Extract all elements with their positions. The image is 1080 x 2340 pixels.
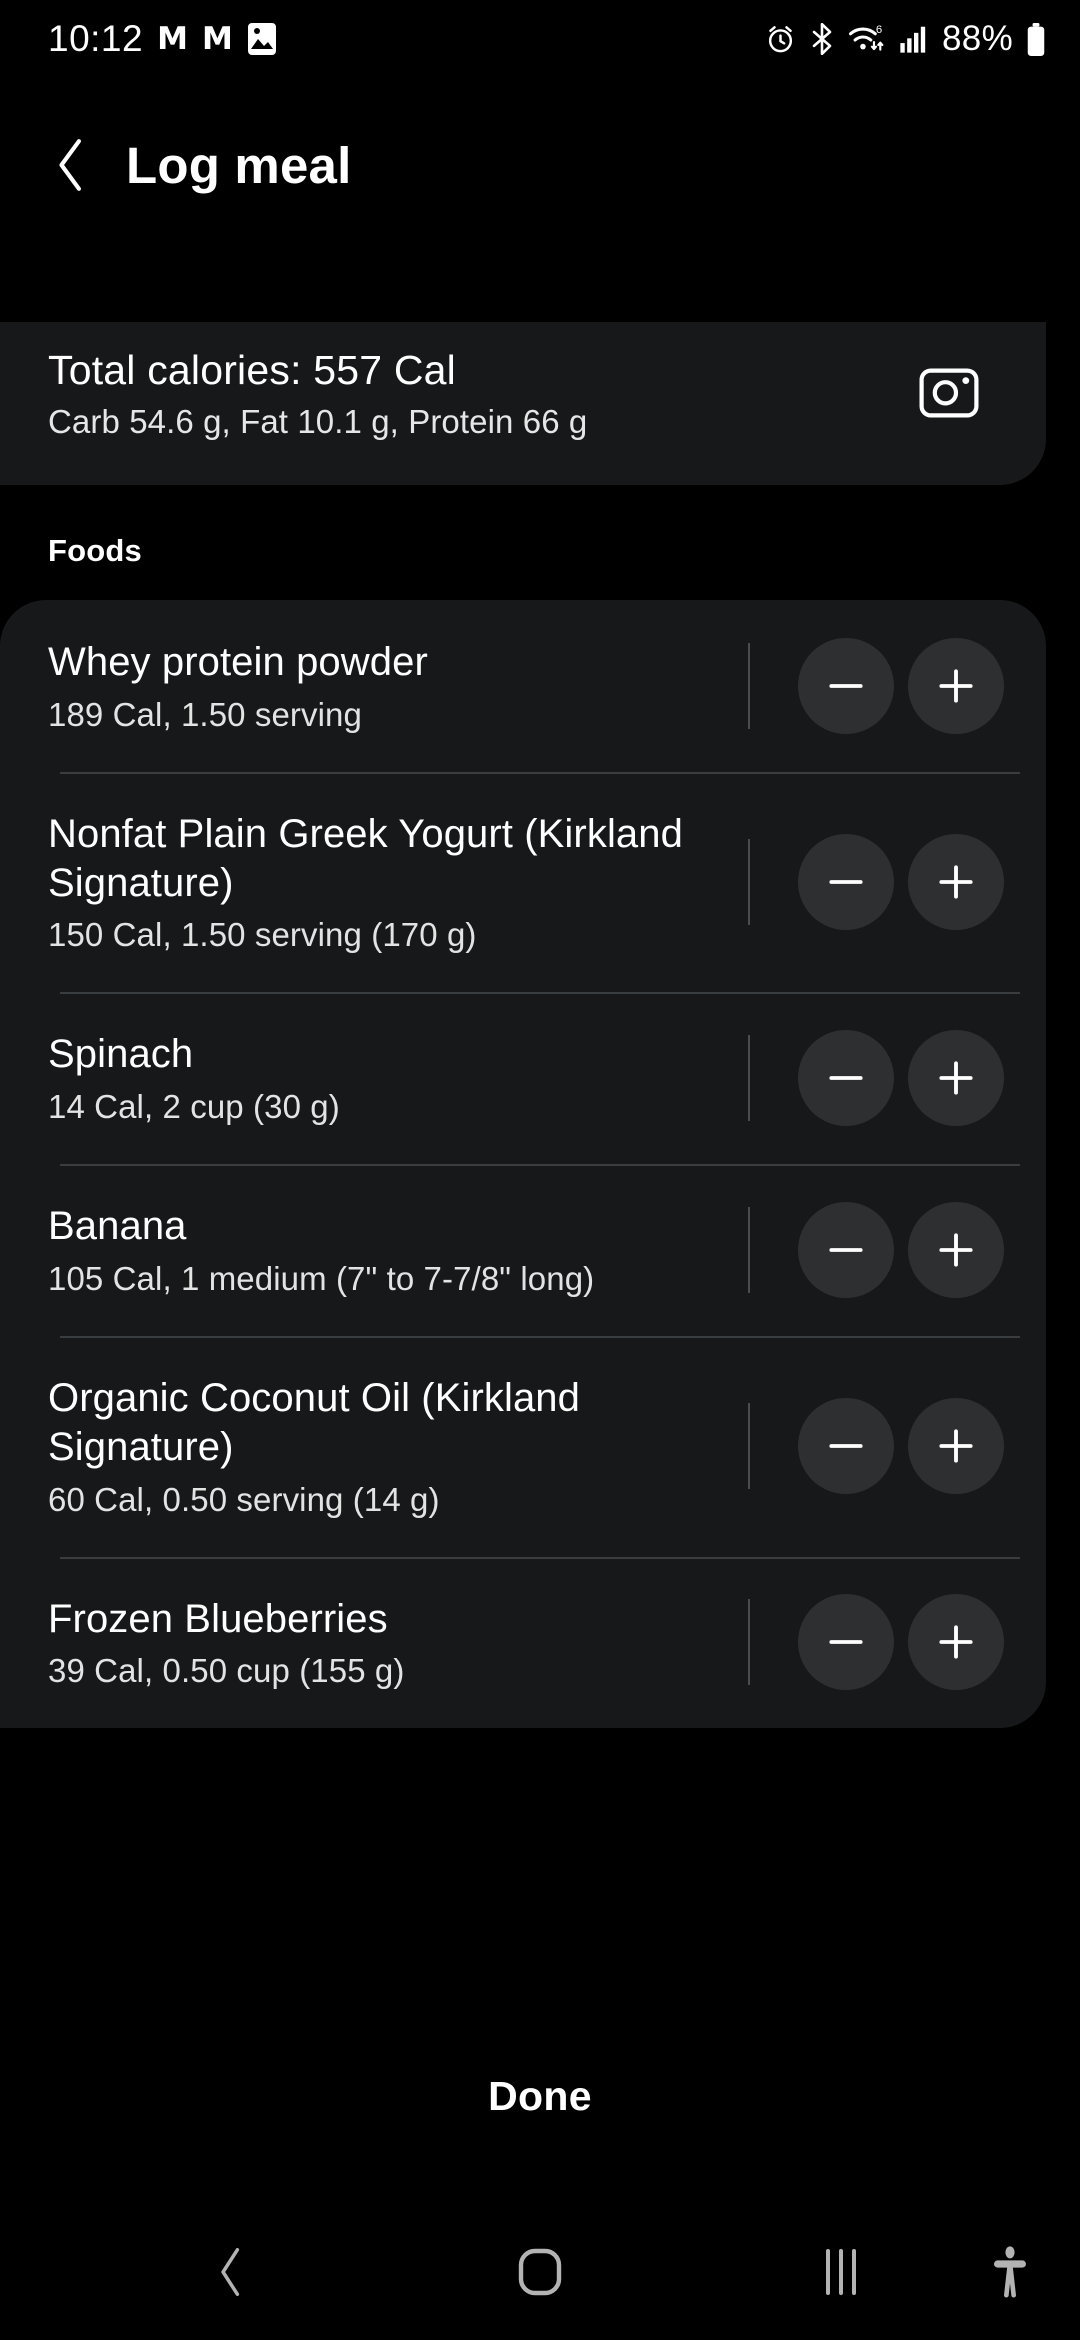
increase-button[interactable] bbox=[908, 1030, 1004, 1127]
gmail-icon: M bbox=[201, 20, 233, 57]
row-divider bbox=[60, 992, 1020, 995]
food-detail: 60 Cal, 0.50 serving (14 g) bbox=[48, 1480, 440, 1518]
vertical-divider bbox=[748, 839, 750, 926]
food-info: Banana 105 Cal, 1 medium (7" to 7-7/8" l… bbox=[48, 1164, 748, 1336]
page-title: Log meal bbox=[126, 136, 352, 194]
done-bar: Done bbox=[0, 1988, 1080, 2204]
food-name: Whey protein powder bbox=[48, 640, 428, 684]
quantity-stepper bbox=[748, 637, 1046, 734]
food-name: Spinach bbox=[48, 1032, 194, 1077]
app-bar: Log meal bbox=[0, 110, 1080, 220]
row-divider bbox=[60, 771, 1020, 774]
food-detail: 189 Cal, 1.50 serving bbox=[48, 695, 362, 733]
increase-button[interactable] bbox=[908, 1202, 1004, 1299]
meal-summary-card: Total calories: 557 Cal Carb 54.6 g, Fat… bbox=[0, 322, 1046, 485]
nav-recents-icon[interactable] bbox=[806, 2237, 876, 2307]
camera-icon[interactable] bbox=[918, 365, 980, 421]
table-row[interactable]: Organic Coconut Oil (Kirkland Signature)… bbox=[0, 1335, 1046, 1557]
accessibility-icon[interactable] bbox=[980, 2237, 1040, 2307]
quantity-stepper bbox=[748, 1030, 1046, 1127]
food-detail: 39 Cal, 0.50 cup (155 g) bbox=[48, 1652, 405, 1690]
decrease-button[interactable] bbox=[798, 1594, 894, 1691]
nav-home-icon[interactable] bbox=[505, 2237, 575, 2307]
increase-button[interactable] bbox=[908, 1594, 1004, 1691]
food-info: Whey protein powder 189 Cal, 1.50 servin… bbox=[48, 600, 748, 772]
table-row[interactable]: Whey protein powder 189 Cal, 1.50 servin… bbox=[0, 600, 1046, 772]
vertical-divider bbox=[748, 1207, 750, 1294]
table-row[interactable]: Spinach 14 Cal, 2 cup (30 g) bbox=[0, 992, 1046, 1164]
increase-button[interactable] bbox=[908, 834, 1004, 931]
food-name: Nonfat Plain Greek Yogurt (Kirkland Sign… bbox=[48, 811, 683, 905]
wifi-6-icon: 6 bbox=[848, 23, 886, 56]
status-bar-clock: 10:12 bbox=[48, 18, 144, 59]
cellular-signal-icon bbox=[899, 24, 929, 54]
android-nav-bar bbox=[0, 2204, 1080, 2340]
vertical-divider bbox=[748, 1035, 750, 1122]
svg-text:6: 6 bbox=[876, 24, 882, 36]
bluetooth-icon bbox=[809, 23, 835, 55]
status-bar-right: 6 88% bbox=[765, 19, 1046, 59]
image-icon bbox=[247, 22, 277, 56]
vertical-divider bbox=[748, 1599, 750, 1686]
food-name: Organic Coconut Oil (Kirkland Signature) bbox=[48, 1375, 581, 1469]
table-row[interactable]: Frozen Blueberries 39 Cal, 0.50 cup (155… bbox=[0, 1556, 1046, 1729]
foods-section-label: Foods bbox=[48, 533, 142, 568]
status-bar-left: 10:12 M M bbox=[48, 18, 277, 60]
quantity-stepper bbox=[748, 834, 1046, 931]
gmail-icon: M bbox=[157, 20, 188, 57]
done-button[interactable]: Done bbox=[488, 2073, 592, 2120]
vertical-divider bbox=[748, 642, 750, 729]
back-chevron-icon[interactable] bbox=[48, 139, 94, 191]
decrease-button[interactable] bbox=[798, 1202, 894, 1299]
foods-list-card: Whey protein powder 189 Cal, 1.50 servin… bbox=[0, 600, 1046, 1729]
food-detail: 105 Cal, 1 medium (7" to 7-7/8" long) bbox=[48, 1259, 595, 1297]
decrease-button[interactable] bbox=[798, 1030, 894, 1127]
decrease-button[interactable] bbox=[798, 834, 894, 931]
increase-button[interactable] bbox=[908, 1398, 1004, 1495]
vertical-divider bbox=[748, 1403, 750, 1490]
status-bar: 10:12 M M 6 88% bbox=[0, 0, 1080, 78]
phone-screen: 10:12 M M 6 88% Log meal Total calories:… bbox=[0, 0, 1080, 2340]
decrease-button[interactable] bbox=[798, 637, 894, 734]
increase-button[interactable] bbox=[908, 637, 1004, 734]
quantity-stepper bbox=[748, 1202, 1046, 1299]
decrease-button[interactable] bbox=[798, 1398, 894, 1495]
row-divider bbox=[60, 1556, 1020, 1559]
macros-label: Carb 54.6 g, Fat 10.1 g, Protein 66 g bbox=[48, 403, 588, 441]
food-info: Nonfat Plain Greek Yogurt (Kirkland Sign… bbox=[48, 772, 748, 993]
food-info: Organic Coconut Oil (Kirkland Signature)… bbox=[48, 1336, 748, 1557]
food-info: Spinach 14 Cal, 2 cup (30 g) bbox=[48, 992, 748, 1164]
quantity-stepper bbox=[748, 1398, 1046, 1495]
food-detail: 150 Cal, 1.50 serving (170 g) bbox=[48, 916, 477, 954]
table-row[interactable]: Banana 105 Cal, 1 medium (7" to 7-7/8" l… bbox=[0, 1164, 1046, 1336]
food-name: Frozen Blueberries bbox=[48, 1596, 388, 1641]
food-info: Frozen Blueberries 39 Cal, 0.50 cup (155… bbox=[48, 1557, 748, 1729]
total-calories-label: Total calories: 557 Cal bbox=[48, 347, 456, 393]
food-detail: 14 Cal, 2 cup (30 g) bbox=[48, 1088, 340, 1126]
battery-percent-label: 88% bbox=[942, 19, 1013, 58]
alarm-icon bbox=[765, 24, 796, 55]
table-row[interactable]: Nonfat Plain Greek Yogurt (Kirkland Sign… bbox=[0, 771, 1046, 993]
nav-back-icon[interactable] bbox=[196, 2237, 266, 2307]
food-name: Banana bbox=[48, 1204, 187, 1249]
battery-icon bbox=[1026, 22, 1046, 56]
row-divider bbox=[60, 1164, 1020, 1167]
row-divider bbox=[60, 1335, 1020, 1338]
quantity-stepper bbox=[748, 1594, 1046, 1691]
